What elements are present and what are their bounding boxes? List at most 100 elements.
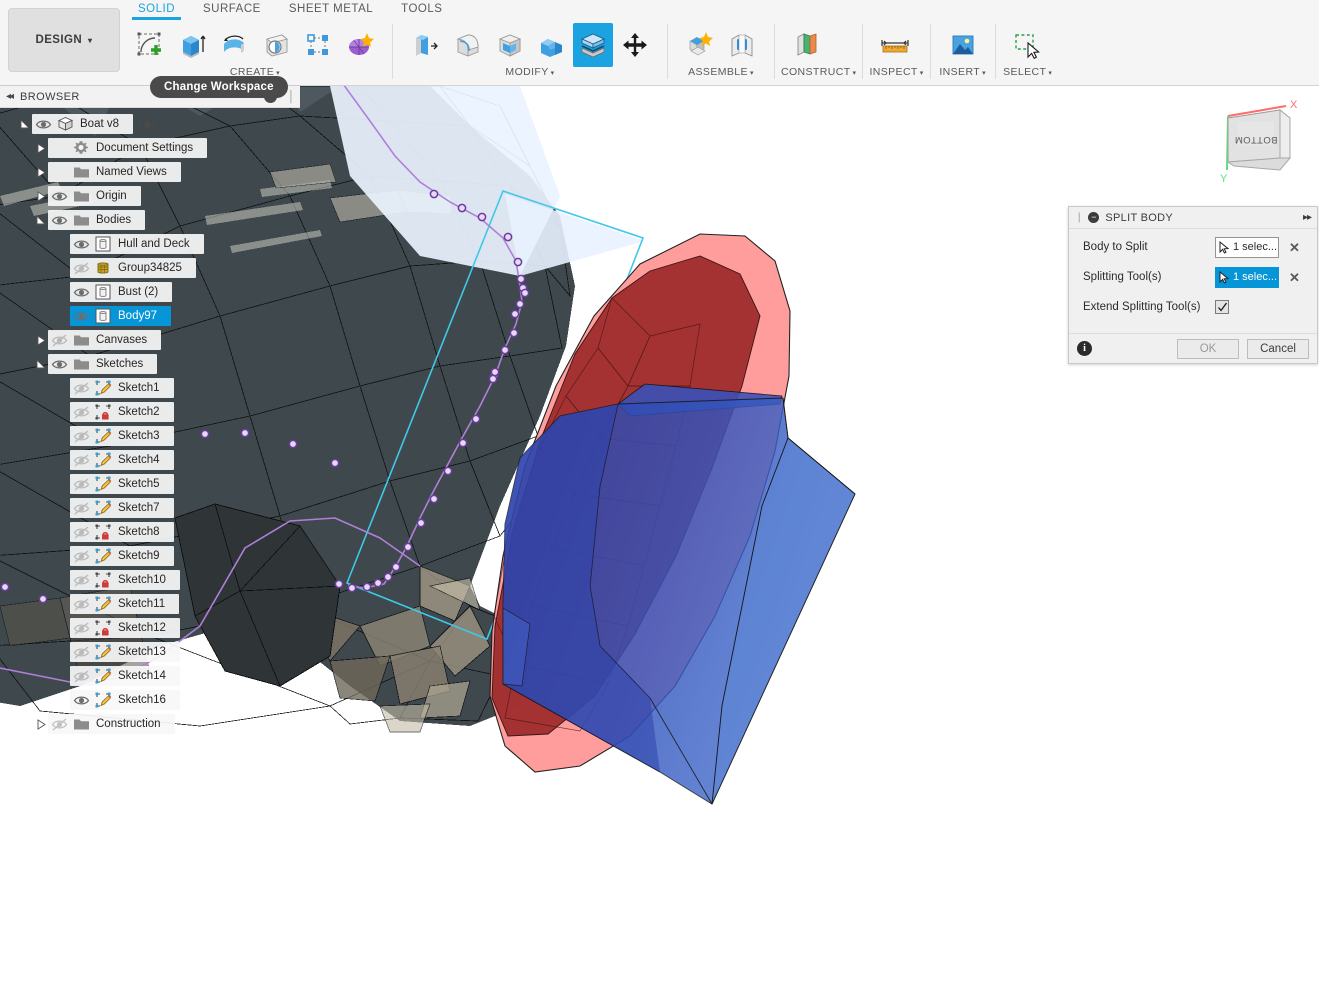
tree-item-row[interactable]: Sketch1 — [70, 378, 174, 398]
tree-item-sketch8[interactable]: Sketch8 — [0, 520, 300, 544]
press-pull-icon[interactable] — [405, 23, 445, 67]
ribbon-group-construct-label[interactable]: CONSTRUCT ▾ — [781, 66, 856, 78]
tree-item-sketch10[interactable]: Sketch10 — [0, 568, 300, 592]
eye-visible-icon[interactable] — [70, 693, 92, 708]
tab-tools[interactable]: TOOLS — [387, 0, 456, 20]
eye-hidden-icon[interactable] — [70, 549, 92, 564]
body-to-split-clear-icon[interactable]: ✕ — [1289, 241, 1300, 254]
eye-hidden-icon[interactable] — [70, 525, 92, 540]
tree-item-row[interactable]: Body97 — [70, 306, 172, 326]
split-body-dialog-header[interactable]: ❘ − SPLIT BODY ▸▸ — [1069, 207, 1317, 229]
tree-item-sketches[interactable]: Sketches — [0, 352, 300, 376]
eye-hidden-icon[interactable] — [70, 501, 92, 516]
tree-item-row[interactable]: Origin — [48, 186, 141, 206]
tree-item-sketch2[interactable]: Sketch2 — [0, 400, 300, 424]
panel-resize-grip[interactable]: │ — [288, 91, 296, 103]
sweep-icon[interactable] — [256, 23, 296, 67]
eye-visible-icon[interactable] — [70, 285, 92, 300]
eye-hidden-icon[interactable] — [48, 717, 70, 732]
create-sketch-icon[interactable] — [130, 23, 170, 67]
eye-hidden-icon[interactable] — [48, 333, 70, 348]
dialog-expand-icon[interactable]: ▸▸ — [1303, 212, 1312, 223]
tree-expander-toggle[interactable] — [34, 136, 48, 160]
insert-image-icon[interactable] — [943, 23, 983, 67]
extend-splitting-tools-checkbox[interactable] — [1215, 300, 1229, 314]
tree-item-sketch13[interactable]: Sketch13 — [0, 640, 300, 664]
dialog-collapse-icon[interactable]: − — [1088, 212, 1100, 223]
tree-item-row[interactable]: Hull and Deck — [70, 234, 204, 254]
tree-item-row[interactable]: Document Settings — [48, 138, 208, 158]
tree-item-row[interactable]: Sketch4 — [70, 450, 174, 470]
tree-item-row[interactable]: Sketch5 — [70, 474, 174, 494]
pattern-icon[interactable] — [298, 23, 338, 67]
extrude-icon[interactable] — [172, 23, 212, 67]
tab-surface[interactable]: SURFACE — [189, 0, 275, 20]
tree-item-boat-v8[interactable]: Boat v8 — [0, 112, 300, 136]
ribbon-group-modify-label[interactable]: MODIFY ▾ — [399, 66, 661, 78]
eye-hidden-icon[interactable] — [70, 597, 92, 612]
tree-item-row[interactable]: Sketch9 — [70, 546, 174, 566]
tree-item-row[interactable]: Sketch10 — [70, 570, 180, 590]
ribbon-group-inspect-label[interactable]: INSPECT ▾ — [869, 66, 923, 78]
tab-solid[interactable]: SOLID — [124, 0, 189, 20]
view-cube[interactable]: X Y BOTTOM — [1200, 92, 1310, 197]
move-copy-icon[interactable] — [615, 23, 655, 67]
tree-item-body97[interactable]: Body97 — [0, 304, 300, 328]
tree-item-row[interactable]: Bust (2) — [70, 282, 173, 302]
splitting-tools-clear-icon[interactable]: ✕ — [1289, 271, 1300, 284]
tree-item-row[interactable]: Sketch2 — [70, 402, 174, 422]
cancel-button[interactable]: Cancel — [1247, 338, 1309, 359]
dialog-drag-grip[interactable]: ❘ — [1075, 212, 1083, 223]
tree-item-row[interactable]: Sketch8 — [70, 522, 174, 542]
tree-item-row[interactable]: Bodies — [48, 210, 146, 230]
ribbon-group-assemble-label[interactable]: ASSEMBLE ▾ — [674, 66, 768, 78]
tree-item-row[interactable]: Sketch7 — [70, 498, 174, 518]
new-component-icon[interactable] — [680, 23, 720, 67]
tree-item-document-settings[interactable]: Document Settings — [0, 136, 300, 160]
tree-item-row[interactable]: Named Views — [48, 162, 181, 182]
tree-item-sketch3[interactable]: Sketch3 — [0, 424, 300, 448]
tree-item-row[interactable]: Sketch16 — [70, 690, 180, 710]
select-window-icon[interactable] — [1008, 23, 1048, 67]
tree-expander-toggle[interactable] — [34, 712, 48, 736]
tree-item-row[interactable]: Construction — [48, 714, 175, 734]
eye-hidden-icon[interactable] — [70, 261, 92, 276]
joint-icon[interactable] — [722, 23, 762, 67]
eye-visible-icon[interactable] — [48, 189, 70, 204]
tree-item-sketch16[interactable]: Sketch16 — [0, 688, 300, 712]
split-body-icon[interactable] — [573, 23, 613, 67]
ribbon-group-insert-label[interactable]: INSERT ▾ — [937, 66, 989, 78]
tree-item-row[interactable]: Canvases — [48, 330, 162, 350]
tree-item-row[interactable]: Boat v8 — [32, 114, 133, 134]
tree-expander-toggle[interactable] — [34, 184, 48, 208]
tree-item-canvases[interactable]: Canvases — [0, 328, 300, 352]
tree-item-sketch1[interactable]: Sketch1 — [0, 376, 300, 400]
eye-visible-icon[interactable] — [70, 237, 92, 252]
eye-visible-icon[interactable] — [70, 309, 92, 324]
tree-item-construction[interactable]: Construction — [0, 712, 300, 736]
eye-hidden-icon[interactable] — [70, 429, 92, 444]
tree-item-row[interactable]: Sketch12 — [70, 618, 180, 638]
eye-hidden-icon[interactable] — [70, 405, 92, 420]
tree-item-row[interactable]: Sketch3 — [70, 426, 174, 446]
tree-item-row[interactable]: Sketch11 — [70, 594, 180, 614]
tree-item-bodies[interactable]: Bodies — [0, 208, 300, 232]
eye-hidden-icon[interactable] — [70, 477, 92, 492]
eye-hidden-icon[interactable] — [70, 453, 92, 468]
tree-item-row[interactable]: Sketch13 — [70, 642, 180, 662]
tree-item-sketch9[interactable]: Sketch9 — [0, 544, 300, 568]
tree-expander-toggle[interactable] — [34, 208, 48, 232]
eye-hidden-icon[interactable] — [70, 381, 92, 396]
tree-item-bust-2[interactable]: Bust (2) — [0, 280, 300, 304]
eye-visible-icon[interactable] — [48, 357, 70, 372]
tree-item-named-views[interactable]: Named Views — [0, 160, 300, 184]
tree-item-sketch7[interactable]: Sketch7 — [0, 496, 300, 520]
tree-item-group34825[interactable]: Group34825 — [0, 256, 300, 280]
workspace-switcher-button[interactable]: DESIGN ▾ — [8, 8, 120, 72]
activate-component-radio[interactable] — [139, 116, 155, 132]
splitting-tools-selection-field[interactable]: 1 selec... — [1215, 266, 1279, 288]
create-form-icon[interactable] — [340, 23, 380, 67]
eye-hidden-icon[interactable] — [70, 669, 92, 684]
collapse-panel-icon[interactable]: ◂◂ — [6, 91, 14, 102]
fillet-icon[interactable] — [447, 23, 487, 67]
